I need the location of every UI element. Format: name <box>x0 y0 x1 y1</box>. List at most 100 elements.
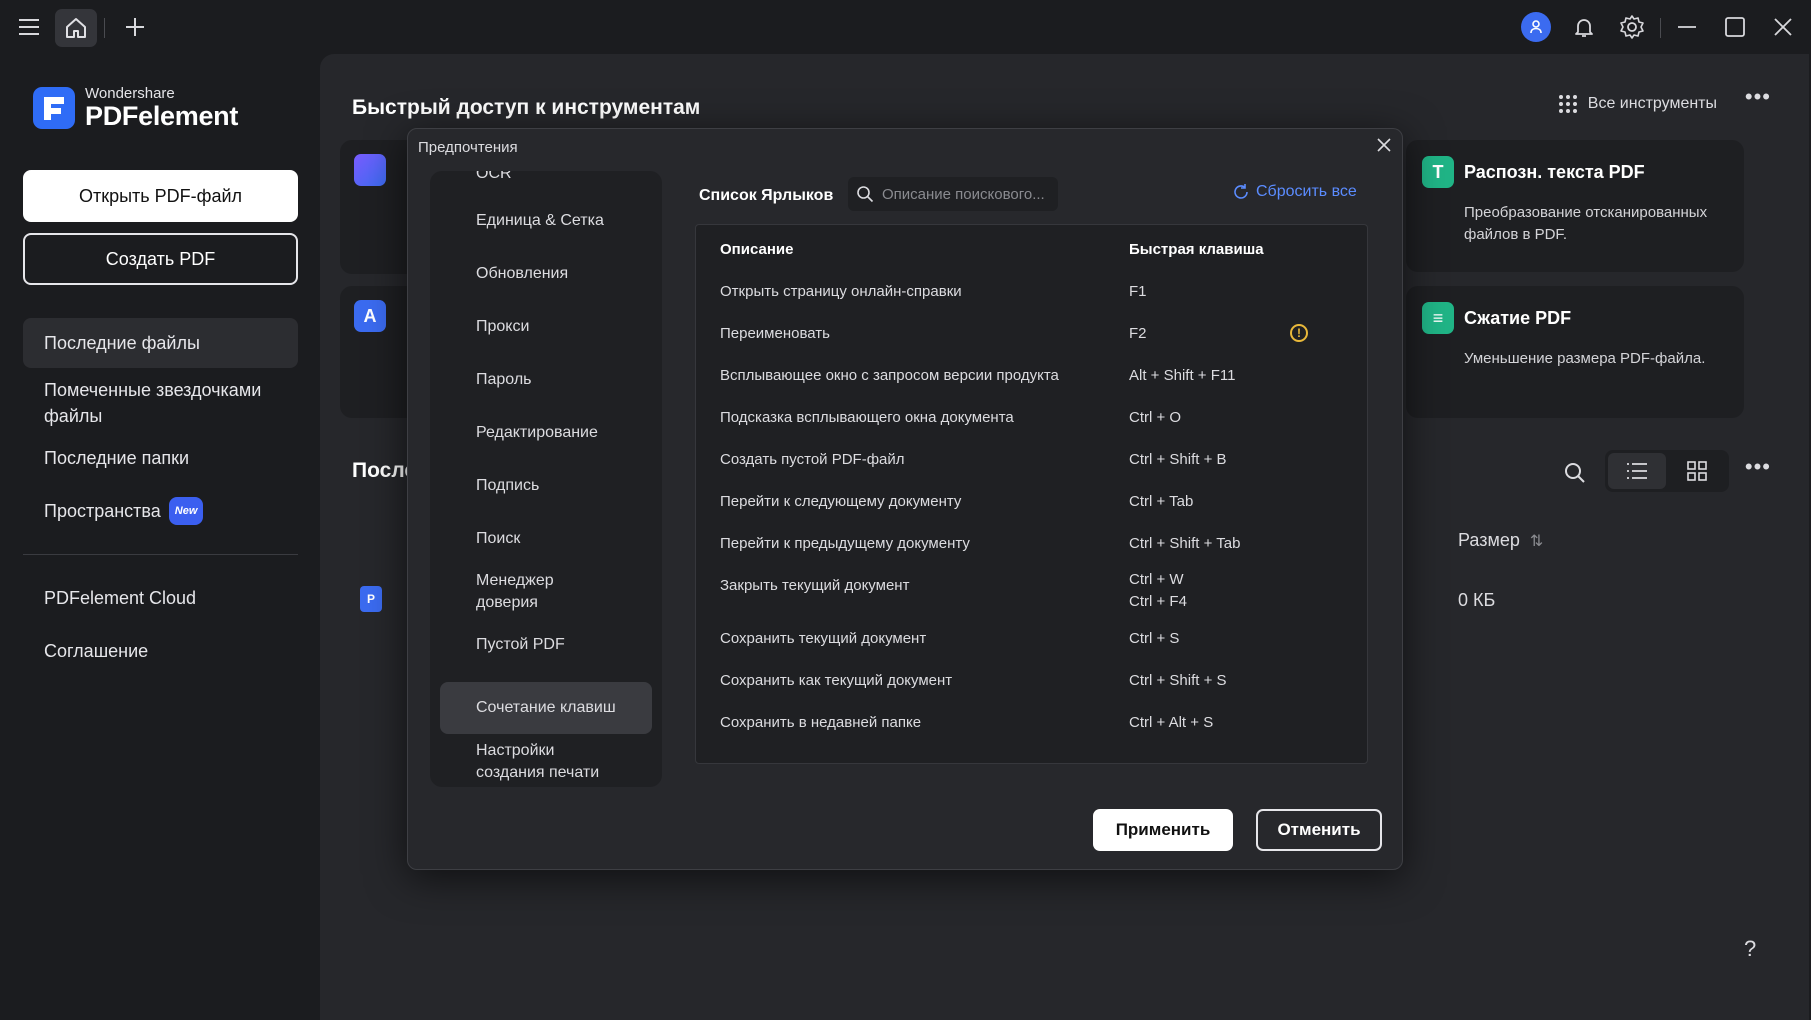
brand-name: PDFelement <box>85 101 239 131</box>
search-icon <box>857 186 874 203</box>
title-bar <box>0 0 1811 56</box>
pdf-file-icon: P <box>360 586 382 612</box>
shortcut-search[interactable] <box>848 177 1058 211</box>
size-label: Размер <box>1458 530 1520 550</box>
divider <box>1660 18 1661 38</box>
cancel-button[interactable]: Отменить <box>1256 809 1382 851</box>
shortcut-search-input[interactable] <box>882 185 1057 203</box>
pref-nav-editing[interactable]: Редактирование <box>440 411 652 455</box>
row-desc: Перейти к следующему документу <box>720 493 962 510</box>
list-view-icon[interactable] <box>1608 453 1666 489</box>
row-desc: Подсказка всплывающего окна документа <box>720 409 1014 426</box>
nav-agreement[interactable]: Соглашение <box>23 629 298 673</box>
tool-icon <box>354 154 386 186</box>
pref-nav-print-settings[interactable]: Настройки создания печати <box>440 737 652 787</box>
row-desc: Создать пустой PDF-файл <box>720 451 905 468</box>
home-icon[interactable] <box>55 9 97 47</box>
row-desc: Сохранить как текущий документ <box>720 672 953 689</box>
nav-recent-folders[interactable]: Последние папки <box>23 436 298 480</box>
nav-pdfelement-cloud[interactable]: PDFelement Cloud <box>23 576 298 620</box>
row-keys: Ctrl + Shift + S <box>1129 672 1227 689</box>
nav-spaces[interactable]: Пространства New <box>23 489 298 533</box>
pref-nav-blank-pdf[interactable]: Пустой PDF <box>440 623 652 667</box>
pref-nav-units-grid[interactable]: Единица & Сетка <box>440 199 652 243</box>
menu-icon[interactable] <box>14 12 44 42</box>
more-icon[interactable]: ••• <box>1745 454 1771 480</box>
row-keys: F2 <box>1129 325 1147 342</box>
pref-nav-password[interactable]: Пароль <box>440 358 652 402</box>
shortcuts-heading: Список Ярлыков <box>699 187 834 204</box>
row-keys: F1 <box>1129 283 1147 300</box>
pref-nav-updates[interactable]: Обновления <box>440 252 652 296</box>
tool-title: Распозн. текста PDF <box>1464 162 1645 182</box>
pref-nav-proxy[interactable]: Прокси <box>440 305 652 349</box>
warning-icon: ! <box>1290 324 1308 342</box>
app-logo: Wondershare PDFelement <box>33 86 238 130</box>
row-keys: Ctrl + O <box>1129 409 1182 426</box>
nav-label: Последние папки <box>44 448 190 468</box>
grid-dots-icon <box>1558 95 1577 113</box>
grid-view-icon[interactable] <box>1668 453 1726 489</box>
compress-icon: ≡ <box>1422 302 1454 334</box>
apply-button[interactable]: Применить <box>1093 809 1233 851</box>
row-desc: Перейти к предыдущему документу <box>720 535 970 552</box>
reset-all-label: Сбросить все <box>1256 183 1357 200</box>
row-desc: Всплывающее окно с запросом версии проду… <box>720 367 1059 384</box>
row-desc: Закрыть текущий документ <box>720 577 910 594</box>
pref-nav-trust-manager[interactable]: Менеджер доверия <box>440 570 652 614</box>
shortcuts-table: Описание Быстрая клавиша Открыть страниц… <box>695 224 1368 764</box>
all-tools-label: Все инструменты <box>1587 95 1717 112</box>
pref-nav-shortcuts[interactable]: Сочетание клавиш <box>440 682 652 734</box>
nav-label: Помеченные звездочками файлы <box>44 380 262 426</box>
file-size: 0 КБ <box>1458 590 1496 610</box>
col-description: Описание <box>720 241 794 258</box>
plus-icon[interactable] <box>120 12 150 42</box>
col-shortcut: Быстрая клавиша <box>1129 241 1264 258</box>
refresh-icon <box>1234 184 1248 199</box>
row-keys: Ctrl + S <box>1129 630 1180 647</box>
nav-starred-files[interactable]: Помеченные звездочками файлы <box>23 376 298 430</box>
minimize-icon[interactable] <box>1672 12 1702 42</box>
divider <box>104 18 105 38</box>
row-desc: Сохранить текущий документ <box>720 630 927 647</box>
row-desc: Открыть страницу онлайн-справки <box>720 283 962 300</box>
size-column-header[interactable]: Размер ⇅ <box>1458 530 1543 551</box>
translate-icon: A <box>354 300 386 332</box>
sidebar: Wondershare PDFelement Открыть PDF-файл … <box>0 56 320 1020</box>
avatar[interactable] <box>1521 12 1551 42</box>
sort-icon: ⇅ <box>1529 532 1544 550</box>
help-icon[interactable]: ? <box>1744 936 1756 962</box>
bell-icon[interactable] <box>1569 12 1599 42</box>
more-icon[interactable]: ••• <box>1745 84 1771 110</box>
open-pdf-button[interactable]: Открыть PDF-файл <box>23 170 298 222</box>
sidebar-divider <box>23 554 298 555</box>
row-keys: Ctrl + Tab <box>1129 493 1194 510</box>
ocr-icon: T <box>1422 156 1454 188</box>
tool-desc: Уменьшение размера PDF-файла. <box>1464 350 1706 367</box>
reset-all-button[interactable]: Сбросить все <box>1232 183 1357 201</box>
search-icon[interactable] <box>1560 458 1590 488</box>
all-tools-link[interactable]: Все инструменты <box>1558 94 1717 114</box>
brand-top: Wondershare <box>85 85 175 102</box>
create-pdf-button[interactable]: Создать PDF <box>23 233 298 285</box>
pref-nav-signature[interactable]: Подпись <box>440 464 652 508</box>
pref-nav-search[interactable]: Поиск <box>440 517 652 561</box>
tool-card-compress[interactable]: ≡ Сжатие PDF Уменьшение размера PDF-файл… <box>1406 286 1744 418</box>
row-keys: Ctrl + Shift + B <box>1129 451 1227 468</box>
row-keys-alt: Ctrl + F4 <box>1129 593 1187 610</box>
close-icon[interactable] <box>1376 137 1392 158</box>
tool-desc: Преобразование отсканированных файлов в … <box>1464 204 1708 243</box>
row-keys: Alt + Shift + F11 <box>1129 367 1236 384</box>
nav-label: Соглашение <box>44 641 149 661</box>
close-icon[interactable] <box>1768 12 1798 42</box>
row-desc: Переименовать <box>720 325 830 342</box>
maximize-icon[interactable] <box>1720 12 1750 42</box>
pref-nav-ocr[interactable]: OCR <box>440 171 652 187</box>
nav-recent-files[interactable]: Последние файлы <box>23 318 298 368</box>
tool-card-ocr[interactable]: T Распозн. текста PDF Преобразование отс… <box>1406 140 1744 272</box>
tool-title: Сжатие PDF <box>1464 308 1572 328</box>
pdfelement-logo-icon <box>33 87 75 129</box>
nav-label: Последние файлы <box>44 333 200 353</box>
gear-icon[interactable] <box>1617 12 1647 42</box>
view-toggle <box>1605 450 1729 492</box>
